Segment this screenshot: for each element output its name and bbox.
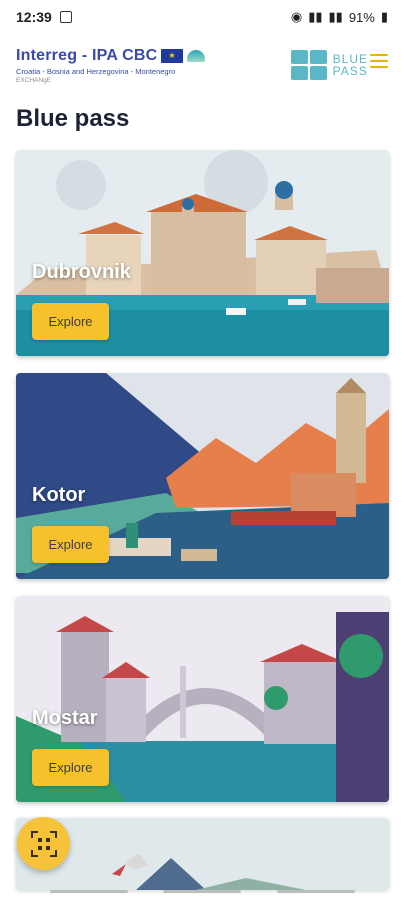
battery-percentage: 91% (348, 9, 375, 25)
explore-button-mostar[interactable]: Explore (32, 749, 109, 786)
destination-card-dubrovnik[interactable]: Dubrovnik Explore (16, 150, 389, 356)
explore-button-dubrovnik[interactable]: Explore (32, 303, 109, 340)
signal-icon-2: ▮▮ (328, 9, 343, 24)
status-bar: 12:39 ◉ ▮▮ ▮▮ 91% ▮ (0, 0, 404, 34)
destination-card-kotor[interactable]: Kotor Explore (16, 373, 389, 579)
explore-button-kotor[interactable]: Explore (32, 526, 109, 563)
logo-tag: EXCHANgE (16, 76, 52, 84)
partial-card-illustration (16, 818, 389, 890)
card-title-mostar: Mostar (32, 707, 98, 729)
notification-icon (59, 11, 72, 23)
battery-icon: ▮ (380, 9, 388, 24)
blue-pass-logo: BLUE PASS (290, 50, 368, 80)
gesture-bar-right (277, 890, 355, 893)
destination-card-mostar[interactable]: Mostar Explore (16, 596, 389, 802)
logo-title: Interreg - IPA CBC (16, 46, 158, 64)
status-right-icons: ◉ ▮▮ ▮▮ 91% ▮ (291, 9, 388, 25)
logo-subtitle: Croatia - Bosnia and Herzegovina - Monte… (16, 66, 176, 76)
qr-code-scanner-icon (30, 830, 57, 857)
gesture-bar-left (50, 890, 128, 893)
hamburger-menu-icon[interactable] (370, 54, 388, 68)
eu-flag-icon (161, 48, 184, 63)
blue-pass-line2: PASS (332, 64, 368, 78)
gesture-bar-center (163, 890, 241, 893)
hotspot-icon: ◉ (290, 9, 303, 24)
wave-logo-icon (187, 49, 206, 62)
qr-scan-button[interactable] (17, 817, 70, 870)
app-header: Interreg - IPA CBC Croatia - Bosnia and … (0, 34, 404, 96)
blue-pass-mark-icon (290, 50, 327, 80)
card-title-kotor: Kotor (32, 484, 86, 506)
interreg-logo: Interreg - IPA CBC Croatia - Bosnia and … (16, 46, 206, 84)
destination-card-partial[interactable] (16, 818, 389, 890)
status-time: 12:39 (16, 9, 52, 25)
page-title: Blue pass (16, 105, 130, 132)
card-title-dubrovnik: Dubrovnik (32, 261, 131, 283)
signal-icon: ▮▮ (308, 9, 323, 24)
